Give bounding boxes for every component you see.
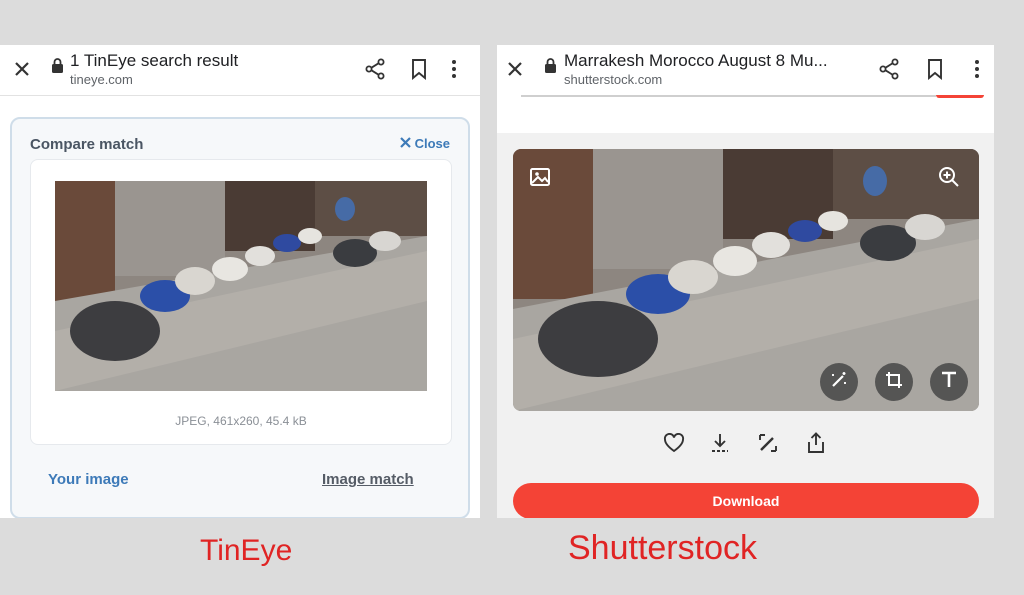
match-image-container: JPEG, 461x260, 45.4 kB	[30, 159, 452, 445]
more-menu-icon[interactable]	[451, 58, 457, 80]
magic-wand-button[interactable]	[820, 363, 858, 401]
text-icon	[939, 370, 959, 395]
scrolled-content-strip	[497, 95, 994, 133]
tineye-caption: TinEye	[200, 534, 293, 567]
browser-toolbar: Marrakesh Morocco August 8 Mu... shutter…	[497, 45, 994, 96]
divider	[521, 95, 936, 97]
bookmark-icon[interactable]	[925, 58, 945, 80]
shutterstock-caption: Shutterstock	[568, 529, 757, 567]
image-action-bar	[497, 431, 994, 459]
share-icon[interactable]	[364, 58, 386, 80]
close-tab-icon[interactable]	[12, 59, 32, 79]
prayer-photo-graphic	[55, 181, 427, 391]
matched-image[interactable]	[55, 181, 427, 391]
accent-tab-indicator	[936, 95, 984, 98]
magic-wand-icon	[829, 370, 849, 395]
download-icon[interactable]	[709, 431, 731, 455]
tineye-browser-panel: 1 TinEye search result tineye.com Compar…	[0, 45, 480, 518]
close-label: Close	[414, 136, 450, 151]
compare-match-heading: Compare match	[30, 136, 144, 153]
more-menu-icon[interactable]	[974, 58, 980, 80]
image-icon[interactable]	[529, 167, 551, 187]
download-button[interactable]: Download	[513, 483, 979, 518]
page-title: 1 TinEye search result	[70, 51, 239, 70]
close-button[interactable]: Close	[399, 136, 450, 151]
shutterstock-browser-panel: Marrakesh Morocco August 8 Mu... shutter…	[497, 45, 994, 518]
crop-icon	[884, 370, 904, 395]
compare-match-card: Compare match Close JPEG, 461x260, 45.4 …	[10, 117, 470, 518]
edit-image-icon[interactable]	[757, 432, 779, 454]
page-url: shutterstock.com	[564, 72, 663, 87]
close-tab-icon[interactable]	[505, 59, 525, 79]
share-icon[interactable]	[878, 58, 900, 80]
crop-button[interactable]	[875, 363, 913, 401]
browser-toolbar: 1 TinEye search result tineye.com	[0, 45, 480, 96]
bookmark-icon[interactable]	[409, 58, 429, 80]
page-title: Marrakesh Morocco August 8 Mu...	[564, 51, 828, 70]
zoom-in-icon[interactable]	[937, 165, 961, 189]
close-x-icon	[399, 136, 411, 151]
share-upload-icon[interactable]	[806, 431, 826, 455]
page-url: tineye.com	[70, 72, 133, 87]
lock-icon	[51, 58, 64, 78]
image-match-link[interactable]: Image match	[322, 471, 414, 488]
image-metadata: JPEG, 461x260, 45.4 kB	[175, 414, 307, 428]
lock-icon	[544, 58, 557, 78]
your-image-link[interactable]: Your image	[48, 471, 129, 488]
stock-image-preview[interactable]	[513, 149, 979, 411]
text-tool-button[interactable]	[930, 363, 968, 401]
heart-icon[interactable]	[663, 433, 685, 453]
